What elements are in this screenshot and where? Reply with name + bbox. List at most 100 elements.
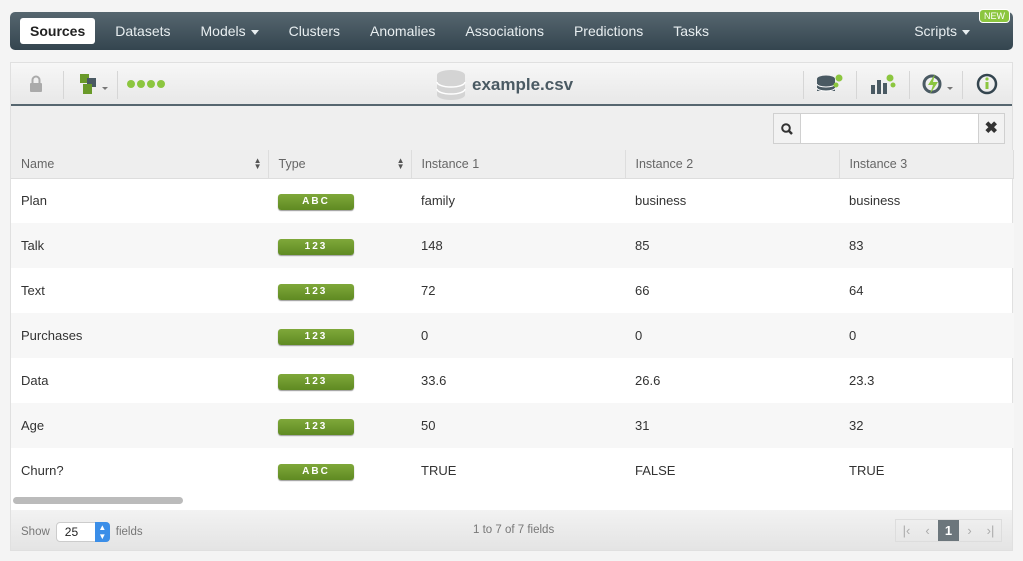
instance-value: family (421, 193, 455, 209)
column-header-name[interactable]: Name ▲ ▼ (11, 150, 269, 179)
field-type: 123 (268, 313, 411, 358)
column-header-instance-1: Instance 1 (411, 150, 626, 179)
database-icon (436, 70, 466, 100)
caret-down-icon (962, 29, 970, 35)
table-row: Age 123 50 31 32 (11, 403, 1014, 448)
instance-value: 83 (839, 223, 1014, 268)
first-page-icon[interactable]: |‹ (896, 520, 917, 541)
table-row: Data 123 33.6 26.6 23.3 (11, 358, 1014, 403)
field-name: Age (11, 403, 268, 448)
horizontal-scrollbar[interactable] (13, 497, 183, 504)
table-footer: Show 25 ▲ ▼ fields 1 to 7 of 7 fields |‹ ‹… (11, 510, 1012, 550)
instance-value: 33.6 (421, 373, 447, 388)
field-type: 123 (268, 268, 411, 313)
field-type: 123 (268, 403, 411, 448)
table-row: Churn? ABC TRUE FALSE TRUE (11, 448, 1014, 493)
instance-value: FALSE (635, 463, 676, 478)
field-type: 123 (268, 358, 411, 403)
type-badge: 123 (278, 418, 354, 435)
top-nav: Sources Datasets Models Clusters Anomali… (10, 9, 1013, 50)
field-name: Data (21, 373, 49, 388)
nav-scripts-label: Scripts (914, 23, 957, 39)
next-page-icon[interactable]: › (959, 520, 980, 541)
field-name: Text (21, 283, 45, 298)
column-label: Name (21, 156, 55, 171)
fields-table: Name ▲ ▼ Type ▲ ▼ Instance 1 Instance 2 Inst… (11, 150, 1014, 493)
field-type: ABC (268, 448, 411, 493)
nav-predictions[interactable]: Predictions (559, 18, 658, 44)
instance-value: 72 (421, 283, 436, 298)
instance-value: 0 (839, 313, 1014, 358)
field-name: Talk (11, 223, 268, 268)
last-page-icon[interactable]: ›| (980, 520, 1001, 541)
toolbar: example.csv (11, 63, 1012, 106)
show-label: Show (21, 526, 50, 538)
progress-dots-icon (126, 73, 168, 95)
field-types-icon[interactable] (77, 73, 113, 95)
table-row: Talk 123 148 85 83 (11, 223, 1014, 268)
nav-anomalies[interactable]: Anomalies (355, 18, 450, 44)
stepper-icon: ▲ ▼ (94, 522, 110, 542)
field-name: Plan (21, 193, 48, 209)
instance-value: 66 (635, 283, 650, 298)
nav-sources[interactable]: Sources (20, 18, 96, 44)
instance-value: 0 (625, 313, 839, 358)
nav-models[interactable]: Models (186, 18, 274, 44)
instance-value: 50 (411, 403, 625, 448)
search-icon[interactable] (774, 114, 801, 143)
sort-icon[interactable]: ▲ ▼ (254, 157, 262, 171)
create-dataset-icon[interactable] (815, 73, 845, 95)
table-row: Plan ABC family business business (11, 178, 1014, 223)
column-header-instance-2: Instance 2 (625, 150, 840, 179)
nav-models-label: Models (200, 23, 246, 39)
field-type: 123 (268, 223, 411, 268)
prev-page-icon[interactable]: ‹ (917, 520, 938, 541)
type-badge: 123 (278, 373, 354, 390)
one-click-actions-icon[interactable] (919, 73, 959, 95)
instance-value: 26.6 (635, 373, 661, 388)
instance-value: 0 (411, 313, 625, 358)
column-header-instance-3: Instance 3 (839, 150, 1014, 179)
instance-value: 85 (625, 223, 839, 268)
type-badge: 123 (278, 238, 354, 255)
type-badge: 123 (278, 328, 354, 345)
field-name: Churn? (21, 463, 64, 478)
field-type: ABC (268, 178, 411, 223)
info-icon[interactable] (975, 73, 999, 95)
pagination: |‹ ‹ 1 › ›| (895, 519, 1002, 542)
instance-value: 31 (625, 403, 839, 448)
instance-value: 32 (839, 403, 1014, 448)
current-page[interactable]: 1 (938, 520, 959, 541)
lock-icon[interactable] (27, 73, 45, 95)
column-header-type[interactable]: Type ▲ ▼ (268, 150, 412, 179)
type-badge: 123 (278, 283, 354, 300)
clear-search-icon[interactable]: ✖ (977, 114, 1004, 143)
caret-down-icon (250, 29, 259, 35)
source-panel: example.csv ✖ Name ▲ ▼ Type ▲ ▼ Instance 1 I… (10, 62, 1014, 551)
nav-associations[interactable]: Associations (450, 18, 559, 44)
sort-icon[interactable]: ▲ ▼ (397, 157, 405, 171)
page-size-select[interactable]: 25 ▲ ▼ (55, 522, 110, 542)
nav-scripts[interactable]: Scripts (899, 18, 985, 44)
nav-datasets[interactable]: Datasets (100, 18, 185, 44)
fields-label: fields (115, 526, 143, 538)
instance-value: business (635, 193, 687, 209)
type-badge: ABC (278, 193, 354, 210)
instance-value: TRUE (421, 463, 457, 478)
source-title: example.csv (436, 69, 573, 101)
nav-clusters[interactable]: Clusters (274, 18, 355, 44)
search-bar: ✖ (11, 106, 1012, 150)
table-row: Text 123 72 66 64 (11, 268, 1014, 313)
field-name: Purchases (11, 313, 268, 358)
source-name: example.csv (472, 75, 574, 94)
nav-tasks[interactable]: Tasks (658, 18, 724, 44)
dataset-config-icon[interactable] (868, 73, 898, 95)
search-input[interactable] (800, 114, 978, 143)
page-size-value: 25 (64, 525, 79, 539)
new-badge: NEW (979, 9, 1010, 23)
table-row: Purchases 123 0 0 0 (11, 313, 1014, 358)
type-badge: ABC (278, 463, 354, 480)
column-label: Type (278, 156, 306, 171)
record-count: 1 to 7 of 7 fields (473, 524, 555, 536)
instance-value: 23.3 (849, 373, 875, 388)
